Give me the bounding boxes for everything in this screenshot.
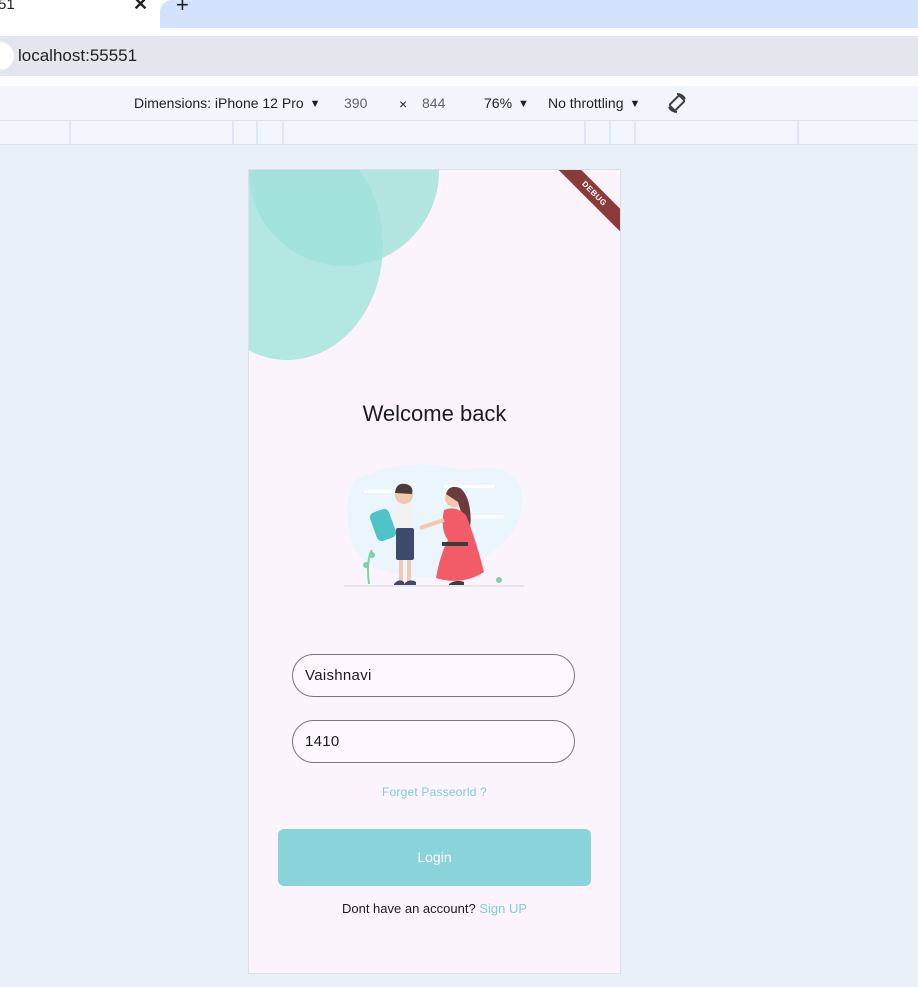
username-field[interactable]: Vaishnavi (292, 654, 575, 697)
ruler-tick[interactable] (282, 121, 284, 144)
welcome-title: Welcome back (362, 401, 507, 426)
address-bar-area: localhost:55551 (0, 28, 918, 86)
signup-prompt: Dont have an account? Sign UP (249, 901, 620, 916)
close-tab-icon[interactable]: ✕ (133, 0, 148, 15)
device-label: Dimensions: iPhone 12 Pro (134, 95, 304, 111)
debug-banner: DEBUG (548, 170, 620, 240)
caret-down-icon: ▼ (518, 98, 529, 110)
caret-down-icon: ▼ (629, 98, 641, 110)
caret-down-icon: ▼ (309, 98, 321, 110)
ruler-tick[interactable] (584, 121, 586, 144)
ruler-tick[interactable] (256, 121, 258, 144)
ruler-tick[interactable] (69, 121, 71, 144)
device-viewport: DEBUG Welcome back Vaishnavi 1410 Forget… (248, 169, 621, 974)
rotate-icon[interactable] (665, 91, 689, 115)
tab-title: 51 (0, 0, 15, 13)
zoom-label: 76% (484, 95, 513, 111)
login-button[interactable]: Login (278, 829, 591, 886)
forgot-password-link[interactable]: Forget Passeorld ? (249, 785, 620, 799)
zoom-select[interactable]: 76% ▼ (484, 95, 529, 111)
tab-strip: 51 ✕ + (0, 0, 918, 28)
throttling-label: No throttling (548, 95, 624, 111)
throttling-select[interactable]: No throttling ▼ (548, 95, 640, 111)
media-query-ruler (0, 121, 918, 145)
address-bar[interactable] (0, 36, 918, 76)
signup-link[interactable]: Sign UP (479, 901, 527, 916)
width-input[interactable]: 390 (344, 95, 367, 111)
browser-tab[interactable]: 51 ✕ (0, 0, 160, 28)
height-input[interactable]: 844 (422, 95, 445, 111)
url-text[interactable]: localhost:55551 (18, 46, 137, 66)
device-select[interactable]: Dimensions: iPhone 12 Pro ▼ (134, 95, 321, 111)
parent-child-illustration (344, 464, 524, 587)
username-value: Vaishnavi (305, 667, 372, 684)
new-tab-icon[interactable]: + (176, 0, 189, 18)
ruler-tick[interactable] (232, 121, 234, 144)
signup-prompt-text: Dont have an account? (341, 901, 476, 916)
ruler-tick[interactable] (634, 121, 636, 144)
tab-strip-background: + (160, 0, 918, 28)
ruler-tick[interactable] (609, 121, 611, 144)
times-icon: × (399, 96, 408, 112)
ruler-tick[interactable] (797, 121, 799, 144)
device-toolbar: Dimensions: iPhone 12 Pro ▼ 390 × 844 76%… (0, 86, 918, 121)
password-field[interactable]: 1410 (292, 720, 575, 763)
password-value: 1410 (305, 733, 340, 750)
